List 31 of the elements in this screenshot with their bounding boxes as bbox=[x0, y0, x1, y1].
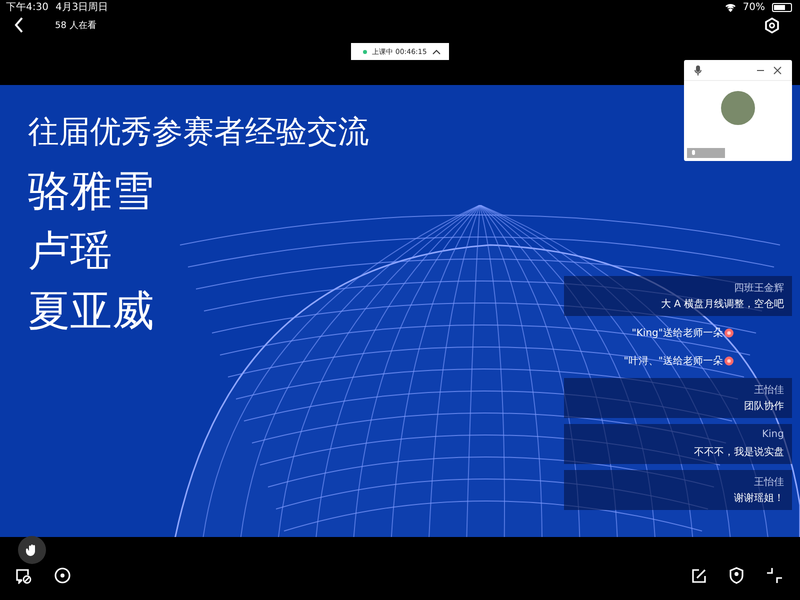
microphone-icon[interactable] bbox=[694, 65, 702, 76]
wifi-icon bbox=[724, 2, 736, 12]
collapse-icon[interactable] bbox=[766, 567, 783, 584]
slide-title: 往届优秀参赛者经验交流 bbox=[28, 113, 369, 152]
raise-hand-icon[interactable] bbox=[18, 536, 46, 564]
presenter-name: 夏亚威 bbox=[28, 285, 155, 337]
chat-off-icon[interactable] bbox=[15, 568, 32, 584]
gift-notice: "King"送给老师一朵 bbox=[632, 326, 723, 340]
microphone-icon bbox=[691, 150, 696, 156]
battery-percent: 70% bbox=[742, 2, 765, 12]
flower-icon bbox=[724, 356, 734, 366]
chat-message: 四班王金辉 大 A 横盘月线调整，空仓吧 bbox=[564, 276, 792, 316]
gift-notice: "叶浔、"送给老师一朵 bbox=[624, 354, 723, 368]
shield-icon[interactable] bbox=[729, 567, 744, 584]
status-time: 下午4:30 bbox=[6, 1, 48, 14]
caret-icon bbox=[432, 48, 441, 54]
close-icon[interactable] bbox=[773, 66, 782, 75]
flower-icon bbox=[724, 328, 734, 338]
chat-message: King 不不不，我是说实盘 bbox=[564, 424, 792, 464]
chat-message: 王怡佳 团队协作 bbox=[564, 378, 792, 418]
presenter-name: 骆雅雪 bbox=[28, 165, 155, 217]
chat-message: 王怡佳 谢谢瑶姐！ bbox=[564, 470, 792, 510]
back-icon[interactable] bbox=[14, 17, 24, 33]
status-date: 4月3日周日 bbox=[55, 1, 108, 14]
viewer-count: 58 人在看 bbox=[55, 20, 96, 32]
edit-icon[interactable] bbox=[691, 568, 707, 584]
settings-icon[interactable] bbox=[764, 16, 780, 34]
avatar bbox=[721, 91, 755, 125]
presenter-name: 卢瑶 bbox=[28, 225, 113, 277]
target-icon[interactable] bbox=[54, 567, 71, 584]
battery-icon bbox=[772, 2, 792, 12]
